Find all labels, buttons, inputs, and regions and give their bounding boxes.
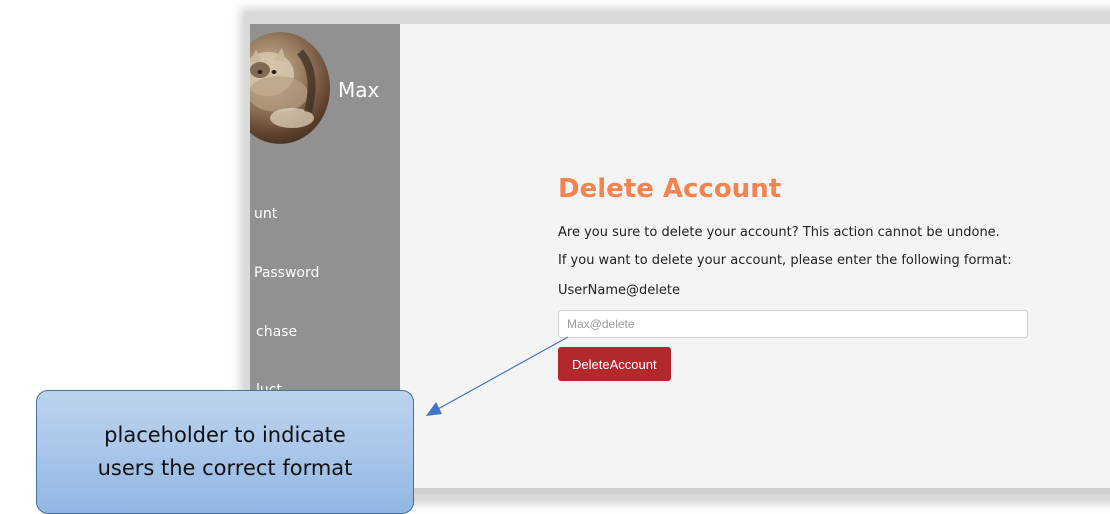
- stage: Max unt Password chase luct Delete Accou…: [0, 0, 1110, 514]
- delete-confirmation-input[interactable]: [558, 310, 1028, 338]
- callout-text: placeholder to indicate users the correc…: [98, 419, 353, 485]
- sidebar-item-password[interactable]: Password: [254, 265, 319, 281]
- cat-photo-icon: [250, 48, 316, 128]
- callout-line-2: users the correct format: [97, 456, 353, 480]
- sidebar-item-account[interactable]: unt: [254, 206, 277, 222]
- callout-line-1: placeholder to indicate: [104, 423, 346, 447]
- page-title: Delete Account: [558, 174, 782, 204]
- warning-text: Are you sure to delete your account? Thi…: [558, 225, 1000, 240]
- format-text: UserName@delete: [558, 283, 680, 298]
- delete-account-panel: Delete Account Are you sure to delete yo…: [558, 172, 1078, 381]
- sidebar-item-purchase[interactable]: chase: [256, 324, 297, 340]
- annotation-callout: placeholder to indicate users the correc…: [36, 390, 414, 514]
- delete-account-button[interactable]: DeleteAccount: [558, 347, 671, 381]
- user-name: Max: [338, 78, 380, 102]
- instruction-text: If you want to delete your account, plea…: [558, 253, 1012, 268]
- avatar: [250, 32, 330, 144]
